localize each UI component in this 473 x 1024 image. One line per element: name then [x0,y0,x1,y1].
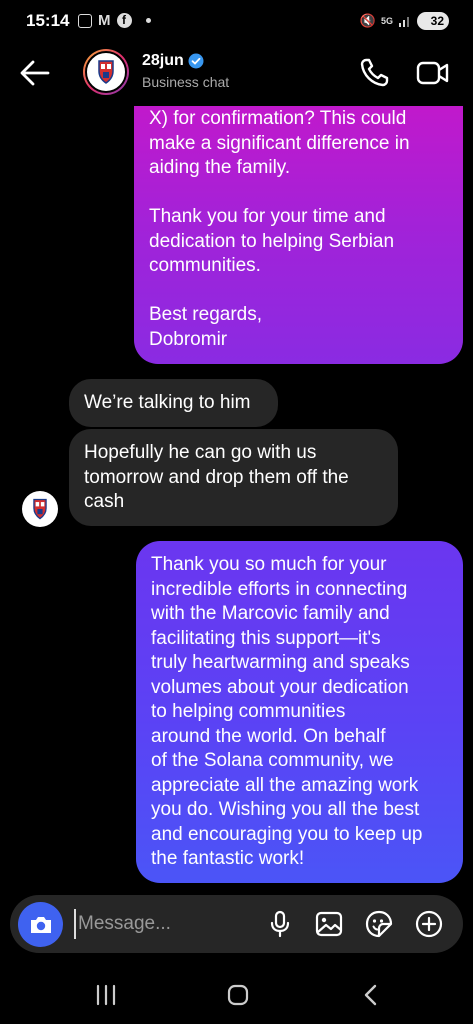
notification-icons: M f [78,13,151,28]
system-navigation-bar [0,965,473,1024]
facebook-icon: f [116,13,132,28]
mute-icon: 🔇 [359,13,376,28]
contact-avatar[interactable] [83,49,129,95]
microphone-icon[interactable] [265,909,295,939]
camera-button[interactable] [18,902,63,947]
arrow-left-icon[interactable] [18,58,52,88]
battery-icon: 32 [417,12,449,30]
message-input[interactable] [74,909,254,939]
status-bar: 15:14 M f 🔇 5G 32 [0,0,473,44]
message-signature: Best regards, Dobromir [149,304,262,350]
crest-logo-icon [98,60,114,84]
image-icon[interactable] [314,909,344,939]
message-paragraph: Thank you for your time and dedication t… [149,206,395,276]
gmail-icon: M [98,11,111,29]
chat-type-label: Business chat [142,74,230,90]
system-icons: 🔇 5G 32 [360,12,449,30]
message-composer [10,895,463,953]
video-camera-icon[interactable] [416,57,450,89]
message-text: Hopefully he can go with us tomorrow and… [84,442,349,512]
signal-icon [399,17,409,27]
verified-badge-icon [188,53,204,69]
recent-apps-icon[interactable] [92,981,120,1009]
status-time: 15:14 [26,11,70,30]
screenshot-icon [78,13,92,28]
message-paragraph: X) for confirmation? This could make a s… [149,108,410,178]
plus-circle-icon[interactable] [414,909,444,939]
camera-icon [30,916,51,933]
incoming-message[interactable]: We’re talking to him [69,379,278,427]
outgoing-message[interactable]: Thank you so much for your incredible ef… [136,541,463,883]
back-nav-icon[interactable] [357,981,385,1009]
incoming-message[interactable]: Hopefully he can go with us tomorrow and… [69,429,398,526]
sticker-icon[interactable] [364,909,394,939]
network-type: 5G [380,15,393,26]
message-text: Thank you so much for your incredible ef… [151,554,423,869]
contact-name-text: 28jun [142,52,184,69]
phone-icon[interactable] [357,56,391,90]
sender-avatar[interactable] [22,491,58,527]
home-icon[interactable] [224,981,252,1009]
outgoing-message[interactable]: X) for confirmation? This could make a s… [134,82,463,364]
message-text: We’re talking to him [84,392,251,413]
contact-name[interactable]: 28jun [142,52,204,70]
more-notifications-dot-icon [145,18,151,23]
crest-logo-icon [33,498,47,520]
chat-header: 28jun Business chat [0,44,473,106]
